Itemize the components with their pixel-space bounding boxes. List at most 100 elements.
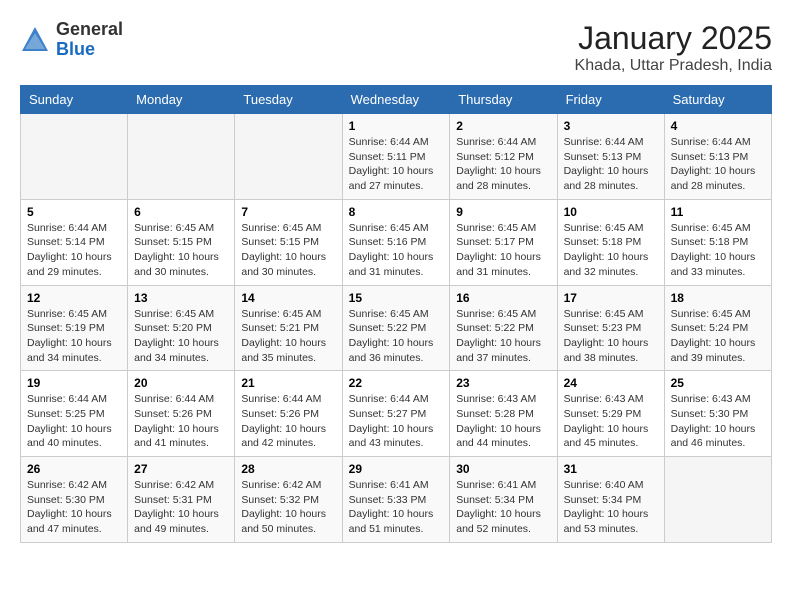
day-info: Sunrise: 6:45 AM Sunset: 5:22 PM Dayligh… — [349, 307, 444, 366]
calendar-subtitle: Khada, Uttar Pradesh, India — [575, 57, 772, 75]
day-number: 25 — [671, 376, 765, 390]
calendar-cell: 31 Sunrise: 6:40 AM Sunset: 5:34 PM Dayli… — [557, 457, 664, 543]
calendar-cell: 25 Sunrise: 6:43 AM Sunset: 5:30 PM Dayli… — [664, 371, 771, 457]
day-info: Sunrise: 6:40 AM Sunset: 5:34 PM Dayligh… — [564, 478, 658, 537]
day-info: Sunrise: 6:44 AM Sunset: 5:13 PM Dayligh… — [564, 135, 658, 194]
calendar-cell: 20 Sunrise: 6:44 AM Sunset: 5:26 PM Dayli… — [128, 371, 235, 457]
calendar-cell: 16Sunrise: 6:45 AM Sunset: 5:22 PM Dayli… — [450, 285, 557, 371]
day-info: Sunrise: 6:45 AM Sunset: 5:16 PM Dayligh… — [349, 221, 444, 280]
day-info: Sunrise: 6:45 AM Sunset: 5:18 PM Dayligh… — [564, 221, 658, 280]
day-info: Sunrise: 6:42 AM Sunset: 5:30 PM Dayligh… — [27, 478, 121, 537]
calendar-cell: 3 Sunrise: 6:44 AM Sunset: 5:13 PM Daylig… — [557, 114, 664, 200]
calendar-cell: 22 Sunrise: 6:44 AM Sunset: 5:27 PM Dayli… — [342, 371, 450, 457]
logo-text: General Blue — [56, 20, 123, 60]
calendar-cell: 1 Sunrise: 6:44 AM Sunset: 5:11 PM Daylig… — [342, 114, 450, 200]
calendar-cell: 30Sunrise: 6:41 AM Sunset: 5:34 PM Dayli… — [450, 457, 557, 543]
day-number: 7 — [241, 205, 335, 219]
day-info: Sunrise: 6:44 AM Sunset: 5:26 PM Dayligh… — [134, 392, 228, 451]
calendar-cell: 10 Sunrise: 6:45 AM Sunset: 5:18 PM Dayli… — [557, 199, 664, 285]
day-number: 8 — [349, 205, 444, 219]
calendar-cell: 2 Sunrise: 6:44 AM Sunset: 5:12 PM Daylig… — [450, 114, 557, 200]
day-info: Sunrise: 6:45 AM Sunset: 5:24 PM Dayligh… — [671, 307, 765, 366]
day-number: 26 — [27, 462, 121, 476]
calendar-cell: 6 Sunrise: 6:45 AM Sunset: 5:15 PM Daylig… — [128, 199, 235, 285]
day-info: Sunrise: 6:45 AM Sunset: 5:21 PM Dayligh… — [241, 307, 335, 366]
day-number: 21 — [241, 376, 335, 390]
calendar-cell: 9 Sunrise: 6:45 AM Sunset: 5:17 PM Daylig… — [450, 199, 557, 285]
day-info: Sunrise: 6:45 AM Sunset: 5:23 PM Dayligh… — [564, 307, 658, 366]
calendar-cell: 19Sunrise: 6:44 AM Sunset: 5:25 PM Dayli… — [21, 371, 128, 457]
calendar-cell: 27 Sunrise: 6:42 AM Sunset: 5:31 PM Dayli… — [128, 457, 235, 543]
day-number: 11 — [671, 205, 765, 219]
weekday-header-monday: Monday — [128, 86, 235, 114]
title-block: January 2025 Khada, Uttar Pradesh, India — [575, 20, 772, 75]
weekday-header-friday: Friday — [557, 86, 664, 114]
day-info: Sunrise: 6:44 AM Sunset: 5:14 PM Dayligh… — [27, 221, 121, 280]
calendar-title: January 2025 — [575, 20, 772, 57]
day-info: Sunrise: 6:45 AM Sunset: 5:18 PM Dayligh… — [671, 221, 765, 280]
calendar-cell: 15 Sunrise: 6:45 AM Sunset: 5:22 PM Dayli… — [342, 285, 450, 371]
calendar-cell: 24Sunrise: 6:43 AM Sunset: 5:29 PM Dayli… — [557, 371, 664, 457]
day-info: Sunrise: 6:44 AM Sunset: 5:11 PM Dayligh… — [349, 135, 444, 194]
day-number: 1 — [349, 119, 444, 133]
day-info: Sunrise: 6:44 AM Sunset: 5:13 PM Dayligh… — [671, 135, 765, 194]
page-header: General Blue January 2025 Khada, Uttar P… — [20, 20, 772, 75]
calendar-cell: 21Sunrise: 6:44 AM Sunset: 5:26 PM Dayli… — [235, 371, 342, 457]
day-number: 28 — [241, 462, 335, 476]
calendar-cell: 11 Sunrise: 6:45 AM Sunset: 5:18 PM Dayli… — [664, 199, 771, 285]
day-info: Sunrise: 6:43 AM Sunset: 5:28 PM Dayligh… — [456, 392, 550, 451]
day-info: Sunrise: 6:42 AM Sunset: 5:31 PM Dayligh… — [134, 478, 228, 537]
day-number: 18 — [671, 291, 765, 305]
day-number: 12 — [27, 291, 121, 305]
day-number: 9 — [456, 205, 550, 219]
calendar-cell: 4Sunrise: 6:44 AM Sunset: 5:13 PM Daylig… — [664, 114, 771, 200]
logo-general: General — [56, 20, 123, 40]
day-number: 3 — [564, 119, 658, 133]
day-info: Sunrise: 6:42 AM Sunset: 5:32 PM Dayligh… — [241, 478, 335, 537]
weekday-header-tuesday: Tuesday — [235, 86, 342, 114]
day-info: Sunrise: 6:43 AM Sunset: 5:30 PM Dayligh… — [671, 392, 765, 451]
calendar-cell: 12 Sunrise: 6:45 AM Sunset: 5:19 PM Dayli… — [21, 285, 128, 371]
day-number: 2 — [456, 119, 550, 133]
day-number: 27 — [134, 462, 228, 476]
calendar-cell: 7 Sunrise: 6:45 AM Sunset: 5:15 PM Daylig… — [235, 199, 342, 285]
calendar-cell — [664, 457, 771, 543]
day-number: 24 — [564, 376, 658, 390]
day-number: 31 — [564, 462, 658, 476]
calendar-cell: 13 Sunrise: 6:45 AM Sunset: 5:20 PM Dayli… — [128, 285, 235, 371]
day-number: 22 — [349, 376, 444, 390]
day-info: Sunrise: 6:45 AM Sunset: 5:17 PM Dayligh… — [456, 221, 550, 280]
logo: General Blue — [20, 20, 123, 60]
day-info: Sunrise: 6:45 AM Sunset: 5:22 PM Dayligh… — [456, 307, 550, 366]
day-number: 15 — [349, 291, 444, 305]
day-number: 19 — [27, 376, 121, 390]
day-number: 6 — [134, 205, 228, 219]
day-number: 23 — [456, 376, 550, 390]
calendar-cell — [128, 114, 235, 200]
calendar-cell: 14 Sunrise: 6:45 AM Sunset: 5:21 PM Dayli… — [235, 285, 342, 371]
day-number: 20 — [134, 376, 228, 390]
day-info: Sunrise: 6:45 AM Sunset: 5:19 PM Dayligh… — [27, 307, 121, 366]
day-number: 17 — [564, 291, 658, 305]
weekday-header-saturday: Saturday — [664, 86, 771, 114]
day-info: Sunrise: 6:45 AM Sunset: 5:15 PM Dayligh… — [134, 221, 228, 280]
day-info: Sunrise: 6:45 AM Sunset: 5:15 PM Dayligh… — [241, 221, 335, 280]
day-number: 13 — [134, 291, 228, 305]
calendar-cell: 5Sunrise: 6:44 AM Sunset: 5:14 PM Daylig… — [21, 199, 128, 285]
day-number: 29 — [349, 462, 444, 476]
day-info: Sunrise: 6:44 AM Sunset: 5:27 PM Dayligh… — [349, 392, 444, 451]
weekday-header-thursday: Thursday — [450, 86, 557, 114]
weekday-header-wednesday: Wednesday — [342, 86, 450, 114]
day-number: 10 — [564, 205, 658, 219]
calendar-cell: 17 Sunrise: 6:45 AM Sunset: 5:23 PM Dayli… — [557, 285, 664, 371]
calendar-cell: 8 Sunrise: 6:45 AM Sunset: 5:16 PM Daylig… — [342, 199, 450, 285]
calendar-cell: 26 Sunrise: 6:42 AM Sunset: 5:30 PM Dayli… — [21, 457, 128, 543]
day-info: Sunrise: 6:44 AM Sunset: 5:12 PM Dayligh… — [456, 135, 550, 194]
day-number: 14 — [241, 291, 335, 305]
calendar-cell: 29Sunrise: 6:41 AM Sunset: 5:33 PM Dayli… — [342, 457, 450, 543]
calendar-cell: 23 Sunrise: 6:43 AM Sunset: 5:28 PM Dayli… — [450, 371, 557, 457]
day-info: Sunrise: 6:45 AM Sunset: 5:20 PM Dayligh… — [134, 307, 228, 366]
weekday-header-sunday: Sunday — [21, 86, 128, 114]
logo-icon — [20, 25, 50, 55]
calendar-cell: 18 Sunrise: 6:45 AM Sunset: 5:24 PM Dayli… — [664, 285, 771, 371]
